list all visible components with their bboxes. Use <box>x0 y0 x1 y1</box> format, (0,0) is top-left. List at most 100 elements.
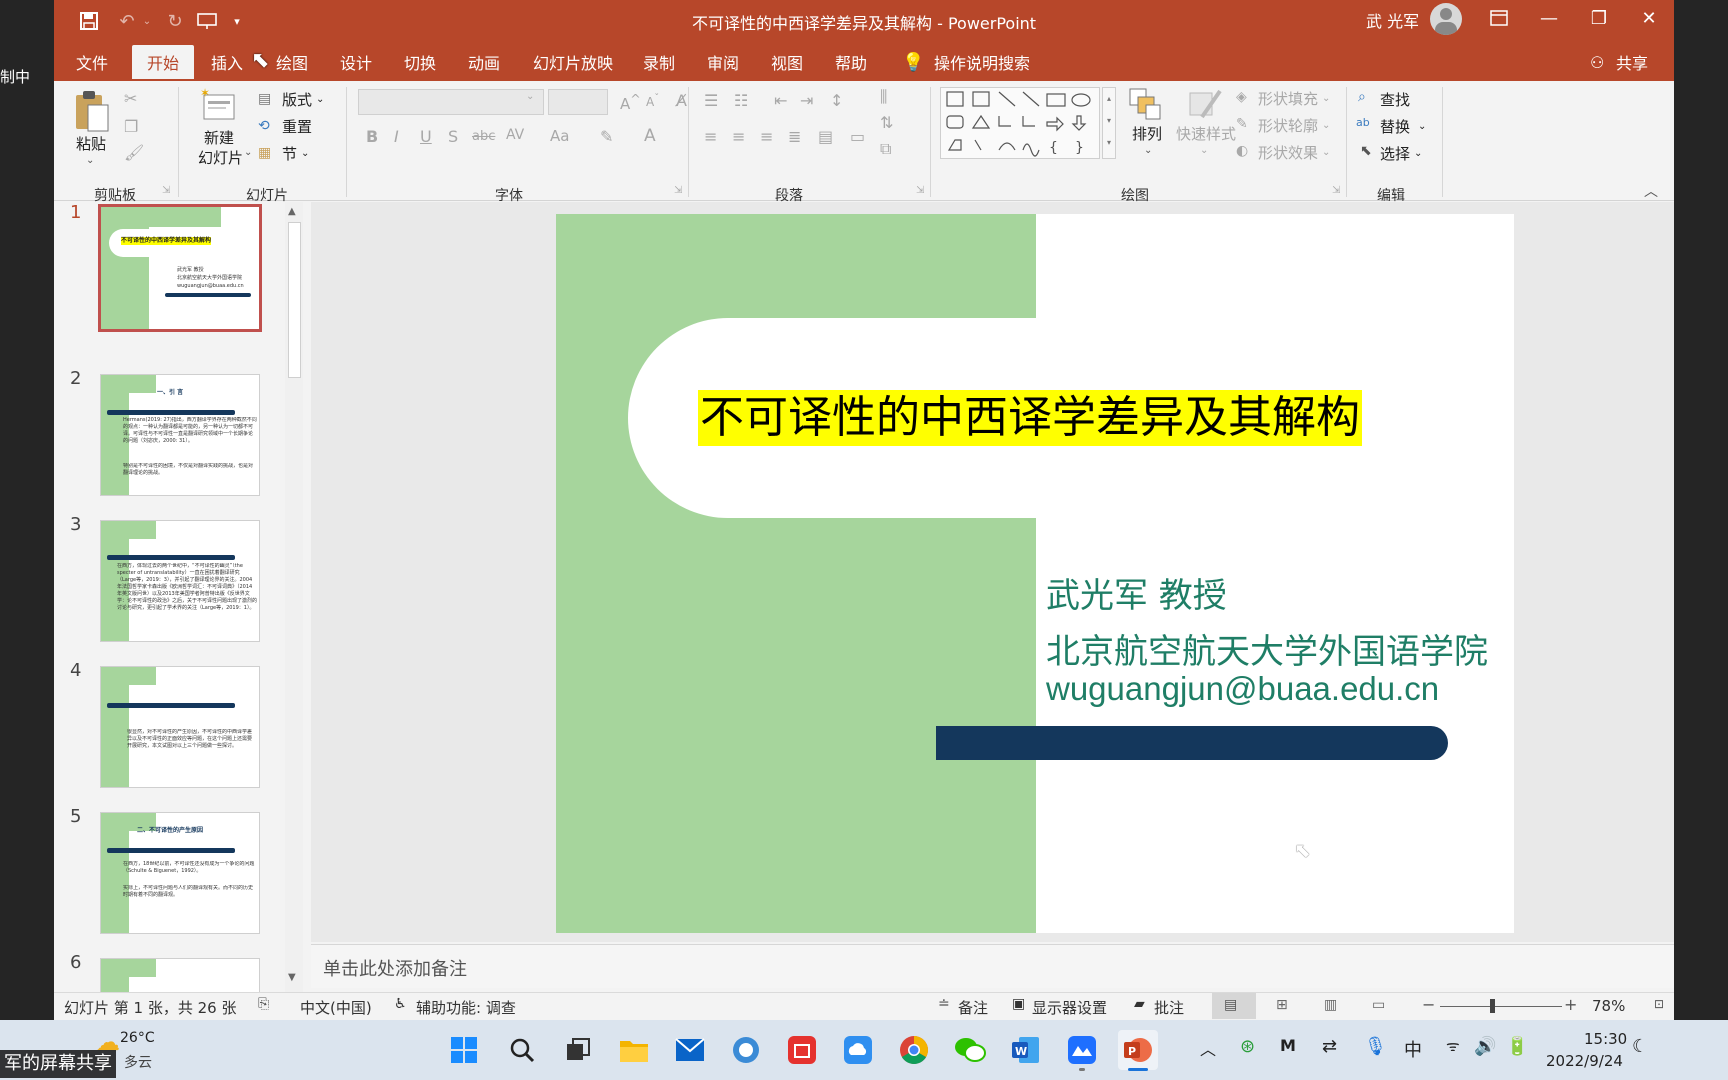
justify-icon[interactable]: ≣ <box>788 127 801 146</box>
tray-sliders-icon[interactable]: ⇄ <box>1322 1036 1337 1057</box>
copy-icon[interactable]: ❐ <box>124 117 138 136</box>
tab-file[interactable]: 文件 <box>70 45 114 79</box>
align-left-icon[interactable]: ≡ <box>704 127 717 146</box>
slide-sorter-icon[interactable]: ⊞ <box>1276 997 1288 1013</box>
thumbnail-scroll-thumb[interactable] <box>288 222 301 378</box>
scroll-down-icon[interactable]: ▼ <box>288 972 296 983</box>
mail-icon[interactable] <box>670 1030 710 1070</box>
new-slide-label-2[interactable]: 幻灯片 <box>198 147 243 168</box>
clipboard-launcher-icon[interactable]: ⇲ <box>162 185 170 196</box>
zoom-in-icon[interactable]: + <box>1564 995 1577 1014</box>
paragraph-launcher-icon[interactable]: ⇲ <box>916 185 924 196</box>
zoom-level[interactable]: 78% <box>1592 997 1625 1015</box>
search-icon[interactable] <box>502 1030 542 1070</box>
section-button[interactable]: 节 ⌄ <box>282 143 309 164</box>
zoom-slider-track[interactable] <box>1440 1006 1562 1007</box>
new-slide-label-1[interactable]: 新建 <box>204 127 234 148</box>
slideshow-from-start-icon[interactable] <box>194 8 220 34</box>
italic-button[interactable]: I <box>394 127 399 146</box>
increase-indent-icon[interactable]: ⇥ <box>800 91 813 110</box>
wechat-icon[interactable] <box>950 1030 990 1070</box>
tab-slideshow[interactable]: 幻灯片放映 <box>527 45 619 79</box>
tab-record[interactable]: 录制 <box>637 45 681 79</box>
minimize-icon[interactable]: — <box>1524 0 1574 36</box>
user-name[interactable]: 武 光军 <box>1366 8 1419 32</box>
slide-author[interactable]: 武光军 教授 <box>1046 568 1227 617</box>
arrange-button[interactable]: 排列 <box>1132 123 1162 144</box>
tab-review[interactable]: 审阅 <box>701 45 745 79</box>
new-slide-icon[interactable]: ✶ <box>200 86 238 127</box>
reading-view-icon[interactable]: ▥ <box>1324 997 1337 1013</box>
zoom-slider-thumb[interactable] <box>1490 999 1495 1013</box>
notes-placeholder[interactable]: 单击此处添加备注 <box>323 955 467 981</box>
layout-button[interactable]: 版式 ⌄ <box>282 89 324 110</box>
font-size-combobox[interactable] <box>548 89 608 115</box>
tray-overflow-icon[interactable]: ︿ <box>1200 1036 1216 1060</box>
file-explorer-icon[interactable] <box>614 1030 654 1070</box>
tab-home[interactable]: 开始 <box>132 45 194 79</box>
tell-me-search[interactable]: 操作说明搜索 <box>928 45 1036 79</box>
slide-thumbnail-5[interactable]: 二、不可译性的产生原因 在西方，18世纪以前，不可译性还没有成为一个争论的问题（… <box>100 812 260 934</box>
restore-icon[interactable]: ❐ <box>1574 0 1624 36</box>
tab-animations[interactable]: 动画 <box>462 45 506 79</box>
clock-time[interactable]: 15:30 <box>1584 1030 1627 1048</box>
ribbon-display-options-icon[interactable] <box>1474 0 1524 36</box>
weather-temp[interactable]: 26°C <box>120 1030 155 1046</box>
customize-qat-icon[interactable]: ▾ <box>224 8 250 34</box>
align-right-icon[interactable]: ≡ <box>760 127 773 146</box>
avatar[interactable] <box>1430 3 1462 35</box>
slide-thumbnail-2[interactable]: 一、引 言 Hermans(2019: 27)指出，西方翻译学界存在两种截然不同… <box>100 374 260 496</box>
quick-styles-button[interactable]: 快速样式 <box>1176 123 1236 144</box>
paste-dropdown-icon[interactable]: ⌄ <box>86 155 94 166</box>
bullets-icon[interactable]: ☰ <box>704 91 718 110</box>
tray-m-icon[interactable]: Ⅿ <box>1280 1036 1296 1055</box>
redo-icon[interactable]: ↻ <box>162 8 188 34</box>
huawei-app-icon[interactable] <box>782 1030 822 1070</box>
paste-icon[interactable] <box>72 89 112 132</box>
scroll-up-icon[interactable]: ▲ <box>288 206 296 217</box>
slideshow-view-icon[interactable]: ▭ <box>1372 997 1385 1013</box>
underline-button[interactable]: U <box>420 127 432 146</box>
meeting-app-icon[interactable] <box>1062 1030 1102 1071</box>
decrease-font-icon[interactable]: Aˇ <box>646 93 659 109</box>
find-button[interactable]: 查找 <box>1380 89 1410 110</box>
collapse-ribbon-icon[interactable]: ︿ <box>1644 181 1658 201</box>
save-icon[interactable] <box>76 8 102 34</box>
wifi-icon[interactable]: ᯤ <box>1446 1036 1460 1056</box>
drawing-launcher-icon[interactable]: ⇲ <box>1332 185 1340 196</box>
distributed-icon[interactable]: ▤ <box>818 127 833 146</box>
font-launcher-icon[interactable]: ⇲ <box>674 185 682 196</box>
shadow-button[interactable]: S <box>448 127 458 146</box>
tray-app-icon[interactable]: ⊛ <box>1240 1036 1255 1057</box>
tab-insert[interactable]: 插入 <box>205 45 249 79</box>
slide-thumbnail-1[interactable]: 不可译性的中西译学差异及其解构 武光军 教授 北京航空航天大学外国语学院 wug… <box>98 204 262 332</box>
powerpoint-icon[interactable]: P <box>1118 1030 1158 1071</box>
shapes-gallery-scroll[interactable]: ▴ ▾ ▾ <box>1102 87 1116 159</box>
new-slide-dropdown-icon[interactable]: ⌄ <box>244 147 252 158</box>
replace-button[interactable]: 替换 ⌄ <box>1380 116 1426 137</box>
text-direction-icon[interactable]: ⇅ <box>880 113 893 132</box>
increase-font-icon[interactable]: A^ <box>620 91 641 113</box>
highlight-color-icon[interactable]: ✎ <box>600 127 613 146</box>
start-icon[interactable] <box>444 1030 484 1070</box>
accessibility-status[interactable]: 辅助功能: 调查 <box>416 997 516 1018</box>
align-text-icon[interactable]: ▭ <box>850 127 865 146</box>
fit-to-window-icon[interactable]: ⊡ <box>1654 997 1664 1011</box>
columns-icon[interactable]: ⫼ <box>880 87 887 107</box>
spellcheck-icon[interactable]: ⎘ <box>258 996 269 1012</box>
undo-dropdown-icon[interactable]: ⌄ <box>134 8 160 34</box>
clock-date[interactable]: 2022/9/24 <box>1546 1052 1623 1070</box>
microphone-icon[interactable]: 🎙 <box>1364 1036 1387 1057</box>
slide-title[interactable]: 不可译性的中西译学差异及其解构 <box>698 390 1362 446</box>
shapes-gallery[interactable]: {} <box>940 87 1100 159</box>
battery-icon[interactable]: 🔋 <box>1506 1036 1528 1057</box>
font-color-button[interactable]: A <box>644 126 656 146</box>
shape-fill-button[interactable]: 形状填充 ⌄ <box>1258 88 1330 109</box>
select-button[interactable]: 选择 ⌄ <box>1380 143 1422 164</box>
notes-toggle[interactable]: 备注 <box>958 997 988 1018</box>
comments-toggle[interactable]: 批注 <box>1154 997 1184 1018</box>
close-icon[interactable]: ✕ <box>1624 0 1674 36</box>
slide-thumbnail-3[interactable]: 在西方，体现过去的两个世纪中，“不可译性的幽灵”（the specter of … <box>100 520 260 642</box>
line-spacing-icon[interactable]: ↕ <box>830 91 843 110</box>
display-settings[interactable]: 显示器设置 <box>1032 997 1107 1018</box>
